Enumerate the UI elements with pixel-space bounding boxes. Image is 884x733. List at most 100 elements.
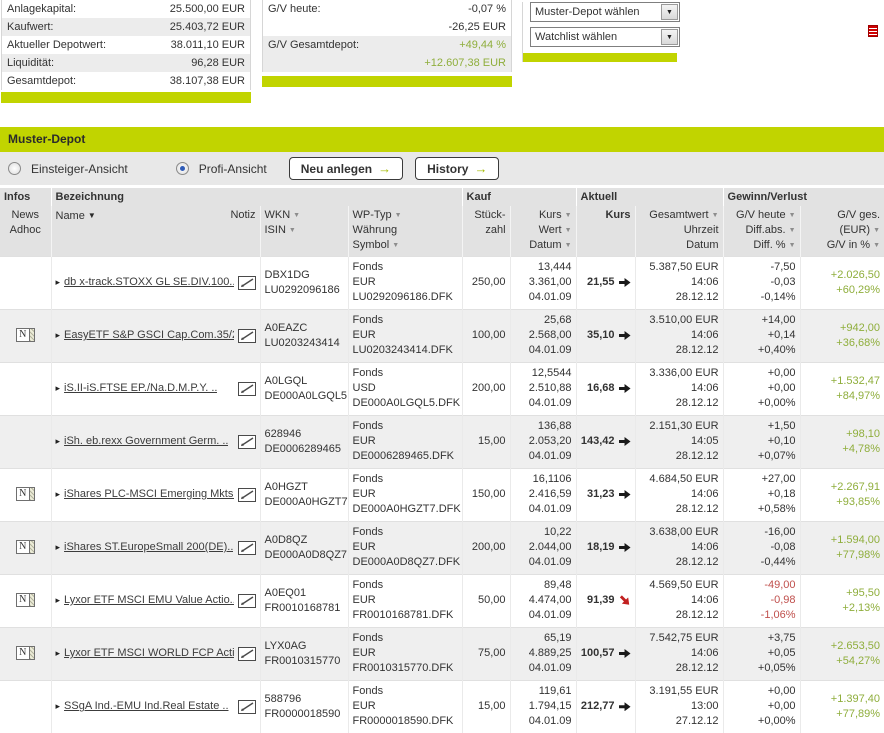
col-header-kauf-kurs: Kurs▼ Wert▼ Datum▼	[510, 206, 576, 256]
radio-einsteiger-label[interactable]: Einsteiger-Ansicht	[31, 162, 128, 176]
expand-caret-icon[interactable]: ▸	[56, 434, 61, 449]
expand-caret-icon[interactable]: ▸	[56, 381, 61, 396]
summary-value: 25.500,00 EUR	[170, 3, 245, 15]
news-icon[interactable]: N	[16, 540, 35, 554]
sort-gv-pct[interactable]: G/V in %▼	[805, 238, 881, 253]
sort-isin[interactable]: ISIN▼	[265, 223, 344, 238]
accent-bar	[523, 53, 677, 62]
summary-label: Aktueller Depotwert:	[7, 39, 106, 51]
position-name-link[interactable]: SSgA Ind.-EMU Ind.Real Estate ..	[64, 699, 228, 714]
table-row: N ▸ iSh. eb.rexx Government Germ. .. 628…	[0, 415, 884, 468]
col-header-news-adhoc: NewsAdhoc	[0, 206, 51, 256]
trend-icon	[619, 649, 631, 658]
news-icon[interactable]: N	[16, 328, 35, 342]
history-button[interactable]: History →	[415, 157, 499, 180]
position-name-link[interactable]: iS.II-iS.FTSE EP./Na.D.M.P.Y. ..	[64, 381, 217, 396]
trend-icon	[619, 490, 631, 499]
sort-diffpct[interactable]: Diff. %▼	[728, 238, 796, 253]
radio-einsteiger-ansicht[interactable]	[8, 162, 21, 175]
summary-value: 38.107,38 EUR	[170, 75, 245, 87]
view-controls: Einsteiger-Ansicht Profi-Ansicht Neu anl…	[0, 152, 884, 185]
summary-row: Gesamtdepot:38.107,38 EUR	[2, 72, 250, 90]
expand-caret-icon[interactable]: ▸	[56, 275, 61, 290]
trend-icon	[619, 384, 631, 393]
current-price: 143,42	[581, 434, 615, 449]
sort-wkn[interactable]: WKN▼	[265, 208, 344, 223]
news-icon[interactable]: N	[16, 646, 35, 660]
sort-icon: ▼	[565, 227, 572, 234]
sort-name[interactable]: Name▼	[56, 208, 96, 224]
table-row: N ▸ iS.II-iS.FTSE EP./Na.D.M.P.Y. .. A0L…	[0, 362, 884, 415]
sort-gesamtwert[interactable]: Gesamtwert▼	[640, 208, 719, 223]
sort-icon: ▼	[293, 212, 300, 219]
position-name-link[interactable]: Lyxor ETF MSCI WORLD FCP Actio..	[64, 646, 233, 661]
summary-row: Liquidität:96,28 EUR	[2, 54, 250, 72]
sort-icon: ▼	[873, 242, 880, 249]
radio-profi-ansicht[interactable]	[176, 162, 189, 175]
red-document-icon[interactable]	[868, 25, 878, 37]
radio-profi-label[interactable]: Profi-Ansicht	[199, 162, 267, 176]
expand-caret-icon[interactable]: ▸	[56, 328, 61, 343]
expand-caret-icon[interactable]: ▸	[56, 699, 61, 714]
portfolio-summary-panel: Anlagekapital:25.500,00 EURKaufwert:25.4…	[1, 0, 251, 103]
news-icon[interactable]: N	[16, 593, 35, 607]
current-price: 16,68	[587, 381, 615, 396]
position-name-link[interactable]: iShares PLC-MSCI Emerging Mkts..	[64, 487, 233, 502]
chevron-down-icon: ▼	[666, 9, 673, 16]
notiz-icon[interactable]	[234, 594, 256, 608]
trend-icon	[617, 593, 632, 608]
table-row: N ▸ iShares ST.EuropeSmall 200(DE).. A0D…	[0, 521, 884, 574]
notiz-icon[interactable]	[234, 647, 256, 661]
notiz-icon[interactable]	[234, 700, 256, 714]
expand-caret-icon[interactable]: ▸	[56, 487, 61, 502]
notiz-icon[interactable]	[234, 435, 256, 449]
sort-kauf-kurs[interactable]: Kurs▼	[515, 208, 572, 223]
sort-gv-heute[interactable]: G/V heute▼	[728, 208, 796, 223]
accent-bar	[1, 92, 251, 103]
sort-symbol[interactable]: Symbol▼	[353, 238, 458, 253]
trend-icon	[619, 543, 631, 552]
position-name-link[interactable]: Lyxor ETF MSCI EMU Value Actio..	[64, 593, 233, 608]
gv-heute-pct: -0,07 %	[468, 3, 506, 15]
col-header-wkn-isin: WKN▼ ISIN▼	[260, 206, 348, 256]
news-icon[interactable]: N	[16, 487, 35, 501]
expand-caret-icon[interactable]: ▸	[56, 540, 61, 555]
notiz-icon[interactable]	[234, 382, 256, 396]
position-name-link[interactable]: iSh. eb.rexx Government Germ. ..	[64, 434, 228, 449]
sort-kauf-datum[interactable]: Datum▼	[515, 238, 572, 253]
notiz-icon[interactable]	[234, 488, 256, 502]
table-row: N ▸ iShares PLC-MSCI Emerging Mkts.. A0H…	[0, 468, 884, 521]
dropdown-button[interactable]: ▼	[661, 29, 678, 45]
dropdown-button[interactable]: ▼	[661, 4, 678, 20]
group-header-aktuell: Aktuell	[576, 188, 723, 206]
sort-wptyp[interactable]: WP-Typ▼	[353, 208, 458, 223]
depot-select[interactable]: Muster-Depot wählen ▼	[530, 2, 680, 22]
trend-icon	[619, 702, 631, 711]
position-name-link[interactable]: iShares ST.EuropeSmall 200(DE)..	[64, 540, 233, 555]
sort-kauf-wert[interactable]: Wert▼	[515, 223, 572, 238]
notiz-icon[interactable]	[234, 541, 256, 555]
summary-row: +12.607,38 EUR	[263, 54, 511, 72]
sort-diffabs[interactable]: Diff.abs.▼	[728, 223, 796, 238]
neu-anlegen-button[interactable]: Neu anlegen →	[289, 157, 403, 180]
notiz-icon[interactable]	[234, 329, 256, 343]
summary-row: Anlagekapital:25.500,00 EUR	[2, 0, 250, 18]
summary-label: Liquidität:	[7, 57, 54, 69]
watchlist-select[interactable]: Watchlist wählen ▼	[530, 27, 680, 47]
expand-caret-icon[interactable]: ▸	[56, 593, 61, 608]
accent-bar	[262, 76, 512, 87]
position-name-link[interactable]: db x-track.STOXX GL SE.DIV.100..	[64, 275, 233, 290]
group-header-bezeichnung: Bezeichnung	[51, 188, 462, 206]
trend-icon	[619, 437, 631, 446]
depot-summary: Anlagekapital:25.500,00 EURKaufwert:25.4…	[0, 0, 884, 127]
sort-icon: ▼	[88, 211, 96, 220]
page-title: Muster-Depot	[0, 127, 884, 152]
positions-tbody: N ▸ db x-track.STOXX GL SE.DIV.100.. DBX…	[0, 256, 884, 733]
sort-gv-eur[interactable]: (EUR)▼	[805, 223, 881, 238]
sort-icon: ▼	[712, 212, 719, 219]
list-select-panel: Muster-Depot wählen ▼ Watchlist wählen ▼	[522, 2, 692, 62]
expand-caret-icon[interactable]: ▸	[56, 646, 61, 661]
notiz-header: Notiz	[230, 208, 255, 224]
notiz-icon[interactable]	[234, 276, 256, 290]
position-name-link[interactable]: EasyETF S&P GSCI Cap.Com.35/20..	[64, 328, 233, 343]
